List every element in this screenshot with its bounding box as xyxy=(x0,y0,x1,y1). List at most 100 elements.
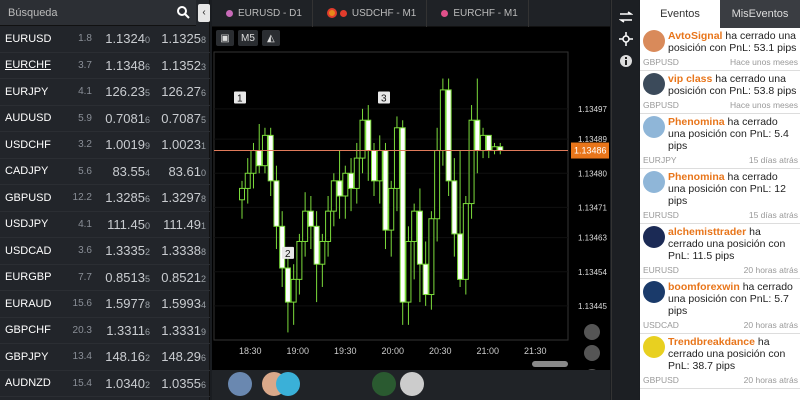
timeframe-button[interactable]: M5 xyxy=(238,30,258,46)
user-avatar[interactable] xyxy=(643,281,665,303)
trade-marker-label: 2 xyxy=(285,249,291,260)
user-avatar[interactable] xyxy=(643,73,665,95)
bid-price[interactable]: 83.554 xyxy=(98,164,156,179)
event-item[interactable]: vip class ha cerrado una posición con Pn… xyxy=(640,71,800,114)
crosshair-icon[interactable] xyxy=(612,28,640,50)
instrument-row[interactable]: AUDUSD 5.9 0.70816 0.70875 xyxy=(0,106,210,132)
trader-avatar[interactable] xyxy=(228,372,252,396)
tab-eventos[interactable]: Eventos xyxy=(640,0,720,28)
search-bar[interactable]: Búsqueda xyxy=(0,0,196,26)
candle-body xyxy=(239,187,245,201)
event-item[interactable]: Trendbreakdance ha cerrado una posición … xyxy=(640,334,800,389)
candle-body xyxy=(428,218,435,296)
collapse-panel-button[interactable]: ‹ xyxy=(198,4,210,22)
ask-price[interactable]: 83.610 xyxy=(156,164,210,179)
candle-body xyxy=(480,134,487,152)
tab-mis-eventos[interactable]: MisEventos xyxy=(720,0,800,28)
event-user[interactable]: Phenomina xyxy=(668,116,725,128)
ask-price[interactable]: 1.00231 xyxy=(156,137,210,152)
ask-price[interactable]: 148.296 xyxy=(156,349,210,364)
instrument-row[interactable]: USDJPY 4.1 111.450 111.491 xyxy=(0,212,210,238)
bid-price[interactable]: 1.33352 xyxy=(98,243,156,258)
ask-price[interactable]: 1.13258 xyxy=(156,31,210,46)
bid-price-main: 1.3335 xyxy=(105,243,145,259)
user-avatar[interactable] xyxy=(643,336,665,358)
ask-price-pip: 1 xyxy=(200,220,206,231)
search-input[interactable]: Búsqueda xyxy=(8,7,58,19)
ask-price[interactable]: 1.33319 xyxy=(156,323,210,338)
event-item[interactable]: alchemisttrader ha cerrado una posición … xyxy=(640,224,800,279)
bid-price[interactable]: 148.162 xyxy=(98,349,156,364)
instrument-row[interactable]: USDCHF 3.2 1.00199 1.00231 xyxy=(0,132,210,159)
instrument-row[interactable]: AUDNZD 15.4 1.03402 1.03556 xyxy=(0,371,210,397)
event-item[interactable]: Phenomina ha cerrado una posición con Pn… xyxy=(640,169,800,224)
event-item[interactable]: boomforexwin ha cerrado una posición con… xyxy=(640,279,800,334)
ask-price[interactable]: 1.03556 xyxy=(156,376,210,391)
candle-body xyxy=(348,172,355,189)
tab-eurusd-d1[interactable]: EURUSD - D1 xyxy=(212,0,313,27)
instrument-row[interactable]: EURAUD 15.6 1.59778 1.59934 xyxy=(0,291,210,318)
instrument-row[interactable]: GBPUSD 12.2 1.32856 1.32978 xyxy=(0,185,210,212)
ask-price[interactable]: 0.85212 xyxy=(156,270,210,285)
info-icon[interactable] xyxy=(612,50,640,72)
chart-area[interactable]: 1.13497 1.13489 1.13480 1.13471 1.13463 1.134… xyxy=(212,27,610,370)
instrument-row[interactable]: GBPJPY 13.4 148.162 148.296 xyxy=(0,344,210,371)
candle-body xyxy=(256,150,263,167)
candle-body xyxy=(451,180,458,235)
ask-price[interactable]: 0.70875 xyxy=(156,111,210,126)
bid-price[interactable]: 1.13486 xyxy=(98,58,156,73)
swap-icon[interactable] xyxy=(612,6,640,28)
candle-body xyxy=(244,172,251,189)
candle-body xyxy=(353,157,360,189)
trader-avatar[interactable] xyxy=(372,372,396,396)
screenshot-button[interactable]: ▣ xyxy=(216,30,234,46)
bid-price[interactable]: 1.32856 xyxy=(98,190,156,205)
bid-price[interactable]: 1.59778 xyxy=(98,296,156,311)
event-item[interactable]: Phenomina ha cerrado una posición con Pn… xyxy=(640,114,800,169)
event-user[interactable]: AvtoSignal xyxy=(668,30,722,42)
user-avatar[interactable] xyxy=(643,171,665,193)
search-icon[interactable] xyxy=(176,5,190,24)
bid-price-pip: 2 xyxy=(144,353,150,364)
tab-eurchf-m1[interactable]: EURCHF - M1 xyxy=(427,0,529,27)
trader-avatar[interactable] xyxy=(400,372,424,396)
instrument-row[interactable]: GBPCHF 20.3 1.33116 1.33319 xyxy=(0,318,210,344)
ask-price[interactable]: 1.59934 xyxy=(156,296,210,311)
tab-usdchf-m1[interactable]: USDCHF - M1 xyxy=(313,0,428,27)
candlestick-chart[interactable]: 1.134971.134891.134801.134711.134631.134… xyxy=(212,27,610,370)
event-user[interactable]: boomforexwin xyxy=(668,281,740,293)
instrument-row[interactable]: CADJPY 5.6 83.554 83.610 xyxy=(0,159,210,185)
instrument-row[interactable]: EURJPY 4.1 126.235 126.276 xyxy=(0,79,210,106)
ask-price[interactable]: 1.13523 xyxy=(156,58,210,73)
ask-price-main: 148.29 xyxy=(161,349,201,365)
instrument-row[interactable]: EURUSD 1.8 1.13240 1.13258 xyxy=(0,26,210,53)
chart-type-button[interactable]: ◭ xyxy=(261,30,280,46)
user-avatar[interactable] xyxy=(643,116,665,138)
ask-price[interactable]: 1.33388 xyxy=(156,243,210,258)
instrument-row[interactable]: USDCAD 3.6 1.33352 1.33388 xyxy=(0,238,210,265)
trade-marker-label: 1 xyxy=(237,93,243,104)
user-avatar[interactable] xyxy=(643,30,665,52)
event-user[interactable]: Phenomina xyxy=(668,171,725,183)
bid-price[interactable]: 1.13240 xyxy=(98,31,156,46)
ask-price[interactable]: 1.32978 xyxy=(156,190,210,205)
user-avatar[interactable] xyxy=(643,226,665,248)
bid-price[interactable]: 1.33116 xyxy=(98,323,156,338)
candle-body xyxy=(267,134,274,182)
ask-price[interactable]: 126.276 xyxy=(156,84,210,99)
bid-price[interactable]: 1.00199 xyxy=(98,137,156,152)
bid-price[interactable]: 0.85135 xyxy=(98,270,156,285)
trader-avatar[interactable] xyxy=(276,372,300,396)
instrument-row[interactable]: EURCHF 3.7 1.13486 1.13523 xyxy=(0,53,210,79)
bid-price[interactable]: 111.450 xyxy=(98,217,156,232)
event-user[interactable]: vip class xyxy=(668,73,712,85)
event-item[interactable]: AvtoSignal ha cerrado una posición con P… xyxy=(640,28,800,71)
event-user[interactable]: alchemisttrader xyxy=(668,226,746,238)
bid-price[interactable]: 126.235 xyxy=(98,84,156,99)
bid-price[interactable]: 0.70816 xyxy=(98,111,156,126)
bid-price[interactable]: 1.03402 xyxy=(98,376,156,391)
instrument-row[interactable]: EURGBP 7.7 0.85135 0.85212 xyxy=(0,265,210,291)
event-symbol: USDCAD xyxy=(643,320,679,330)
event-user[interactable]: Trendbreakdance xyxy=(668,336,755,348)
ask-price[interactable]: 111.491 xyxy=(156,217,210,232)
